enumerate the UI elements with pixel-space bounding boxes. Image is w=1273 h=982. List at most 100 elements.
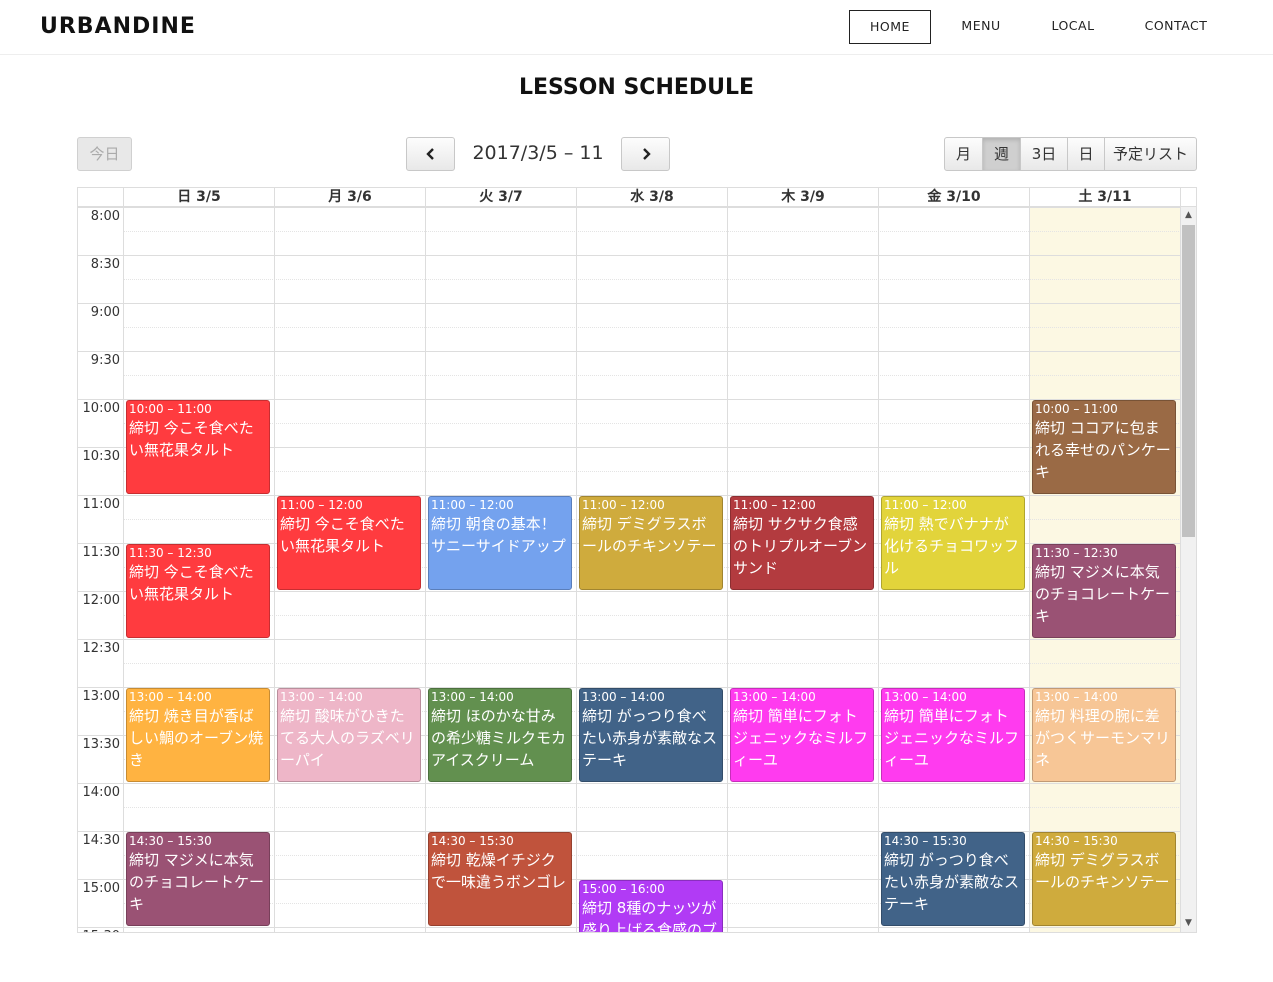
event-block[interactable]: 13:00 – 14:00 締切 簡単にフォトジェニックなミルフィーユ	[730, 688, 874, 782]
time-label: 8:00	[90, 209, 120, 224]
event-block[interactable]: 10:00 – 11:00 締切 ココアに包まれる幸せのパンケーキ	[1032, 400, 1176, 494]
week-calendar: 日 3/5 月 3/6 火 3/7 水 3/8 木 3/9 金 3/10 土 3/11 8:…	[77, 187, 1197, 933]
view-list-button[interactable]: 予定リスト	[1104, 137, 1197, 171]
time-label: 10:30	[82, 449, 120, 464]
calendar-time-grid[interactable]: 8:00 8:30 9:00 9:30 10:00 10:30 11:00 11:30 12:0…	[78, 207, 1181, 932]
event-title: 締切 マジメに本気のチョコレートケーキ	[129, 851, 265, 913]
day-header-4: 木 3/9	[727, 188, 878, 206]
chevron-left-icon	[424, 145, 438, 163]
event-title: 締切 今こそ食べたい無花果タルト	[129, 563, 254, 603]
event-title: 締切 デミグラスボールのチキンソテー	[582, 515, 717, 555]
event-block[interactable]: 13:00 – 14:00 締切 酸味がひきたてる大人のラズベリーパイ	[277, 688, 421, 782]
event-title: 締切 今こそ食べたい無花果タルト	[280, 515, 405, 555]
grid-line	[78, 783, 1181, 784]
time-axis-header	[78, 188, 123, 206]
event-title: 締切 マジメに本気のチョコレートケーキ	[1035, 563, 1171, 625]
day-header-5: 金 3/10	[878, 188, 1029, 206]
event-title: 締切 ほのかな甘みの希少糖ミルクモカアイスクリーム	[431, 707, 567, 769]
grid-line	[78, 351, 1181, 352]
event-title: 締切 デミグラスボールのチキンソテー	[1035, 851, 1170, 891]
chevron-right-icon	[639, 145, 653, 163]
time-label: 9:30	[90, 353, 120, 368]
event-time: 10:00 – 11:00	[129, 402, 212, 416]
event-block[interactable]: 14:30 – 15:30 締切 マジメに本気のチョコレートケーキ	[126, 832, 270, 926]
grid-line	[123, 423, 1181, 424]
event-block[interactable]: 13:00 – 14:00 締切 ほのかな甘みの希少糖ミルクモカアイスクリーム	[428, 688, 572, 782]
scroll-up-icon[interactable]: ▲	[1181, 208, 1196, 223]
event-block[interactable]: 11:30 – 12:30 締切 今こそ食べたい無花果タルト	[126, 544, 270, 638]
view-day-button[interactable]: 日	[1067, 137, 1105, 171]
grid-line	[123, 231, 1181, 232]
grid-column-line	[123, 207, 124, 932]
grid-line	[78, 255, 1181, 256]
time-label: 11:00	[82, 497, 120, 512]
nav-home[interactable]: HOME	[849, 10, 931, 44]
day-header-6: 土 3/11	[1029, 188, 1180, 206]
event-block[interactable]: 11:30 – 12:30 締切 マジメに本気のチョコレートケーキ	[1032, 544, 1176, 638]
grid-line	[78, 639, 1181, 640]
event-time: 13:00 – 14:00	[431, 690, 514, 704]
event-time: 13:00 – 14:00	[733, 690, 816, 704]
event-block[interactable]: 13:00 – 14:00 締切 料理の腕に差がつくサーモンマリネ	[1032, 688, 1176, 782]
nav-contact[interactable]: CONTACT	[1133, 10, 1219, 44]
grid-line	[78, 207, 1181, 208]
event-block[interactable]: 11:00 – 12:00 締切 サクサク食感のトリプルオーブンサンド	[730, 496, 874, 590]
day-header-1: 月 3/6	[274, 188, 425, 206]
time-label: 12:30	[82, 641, 120, 656]
grid-column-line	[274, 207, 275, 932]
view-week-button[interactable]: 週	[982, 137, 1021, 171]
event-title: 締切 料理の腕に差がつくサーモンマリネ	[1035, 707, 1171, 769]
event-block[interactable]: 14:30 – 15:30 締切 デミグラスボールのチキンソテー	[1032, 832, 1176, 926]
nav-local[interactable]: LOCAL	[1038, 10, 1108, 44]
event-title: 締切 簡単にフォトジェニックなミルフィーユ	[733, 707, 869, 769]
time-label: 11:30	[82, 545, 120, 560]
event-block[interactable]: 13:00 – 14:00 締切 がっつり食べたい赤身が素敵なステーキ	[579, 688, 723, 782]
time-label: 9:00	[90, 305, 120, 320]
event-block[interactable]: 11:00 – 12:00 締切 今こそ食べたい無花果タルト	[277, 496, 421, 590]
nav-menu[interactable]: MENU	[946, 10, 1016, 44]
event-time: 11:00 – 12:00	[431, 498, 514, 512]
day-header-3: 水 3/8	[576, 188, 727, 206]
event-title: 締切 がっつり食べたい赤身が素敵なステーキ	[582, 707, 718, 769]
event-block[interactable]: 11:00 – 12:00 締切 朝食の基本！サニーサイドアップ	[428, 496, 572, 590]
grid-line	[123, 279, 1181, 280]
scroll-down-icon[interactable]: ▼	[1181, 916, 1196, 931]
time-label: 13:00	[82, 689, 120, 704]
time-label: 8:30	[90, 257, 120, 272]
prev-button[interactable]	[406, 137, 455, 171]
today-button[interactable]: 今日	[77, 137, 132, 171]
event-title: 締切 がっつり食べたい赤身が素敵なステーキ	[884, 851, 1020, 913]
view-3day-button[interactable]: 3日	[1020, 137, 1068, 171]
event-block[interactable]: 14:30 – 15:30 締切 がっつり食べたい赤身が素敵なステーキ	[881, 832, 1025, 926]
grid-column-line	[727, 207, 728, 932]
event-time: 13:00 – 14:00	[582, 690, 665, 704]
event-block[interactable]: 15:00 – 16:00 締切 8種のナッツが盛り上げる食感のブ	[579, 880, 723, 932]
view-month-button[interactable]: 月	[944, 137, 983, 171]
event-block[interactable]: 11:00 – 12:00 締切 熱でバナナが化けるチョコワッフル	[881, 496, 1025, 590]
event-time: 11:00 – 12:00	[280, 498, 363, 512]
event-time: 11:00 – 12:00	[733, 498, 816, 512]
calendar-scrollbar[interactable]: ▲ ▼	[1181, 207, 1196, 932]
event-title: 締切 焼き目が香ばしい鯛のオーブン焼き	[129, 707, 264, 769]
brand-logo[interactable]: URBANDINE	[40, 14, 196, 39]
time-label: 15:30	[78, 929, 120, 932]
grid-line	[123, 327, 1181, 328]
grid-line	[123, 471, 1181, 472]
event-title: 締切 朝食の基本！サニーサイドアップ	[431, 515, 566, 555]
event-block[interactable]: 14:30 – 15:30 締切 乾燥イチジクで一味違うボンゴレ	[428, 832, 572, 926]
next-button[interactable]	[621, 137, 670, 171]
event-block[interactable]: 13:00 – 14:00 締切 焼き目が香ばしい鯛のオーブン焼き	[126, 688, 270, 782]
event-title: 締切 ココアに包まれる幸せのパンケーキ	[1035, 419, 1171, 481]
date-range-label: 2017/3/5 – 11	[472, 142, 604, 164]
event-block[interactable]: 11:00 – 12:00 締切 デミグラスボールのチキンソテー	[579, 496, 723, 590]
header-scroll-gutter	[1180, 188, 1196, 206]
grid-line	[123, 807, 1181, 808]
event-time: 13:00 – 14:00	[884, 690, 967, 704]
event-block[interactable]: 13:00 – 14:00 締切 簡単にフォトジェニックなミルフィーユ	[881, 688, 1025, 782]
time-label: 14:30	[82, 833, 120, 848]
event-block[interactable]: 10:00 – 11:00 締切 今こそ食べたい無花果タルト	[126, 400, 270, 494]
scrollbar-thumb[interactable]	[1182, 225, 1195, 537]
grid-column-line	[576, 207, 577, 932]
event-time: 11:30 – 12:30	[129, 546, 212, 560]
grid-column-line	[1029, 207, 1030, 932]
